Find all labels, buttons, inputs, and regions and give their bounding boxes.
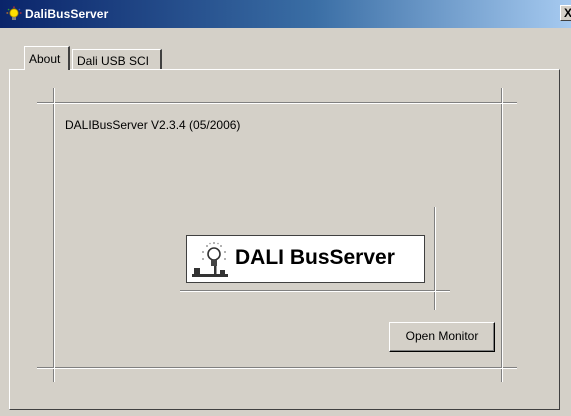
window-title: DaliBusServer	[25, 7, 109, 21]
tab-about[interactable]: About	[24, 46, 70, 70]
logo-text: DALI BusServer	[235, 246, 395, 269]
tab-dali-usb-sci-label: Dali USB SCI	[77, 54, 150, 68]
tab-about-label: About	[29, 52, 61, 66]
title-bar[interactable]: DaliBusServer X	[0, 0, 571, 28]
main-window: DaliBusServer X About Dali USB SCI DALIB…	[0, 0, 571, 416]
bulb-icon	[6, 6, 22, 20]
dali-busserver-logo: DALI BusServer	[186, 235, 425, 283]
lamp-network-icon	[192, 242, 228, 277]
tab-dali-usb-sci[interactable]: Dali USB SCI	[72, 49, 162, 71]
open-monitor-button[interactable]: Open Monitor	[389, 322, 495, 352]
close-button[interactable]: X	[560, 5, 571, 21]
version-label: DALIBusServer V2.3.4 (05/2006)	[65, 118, 241, 132]
